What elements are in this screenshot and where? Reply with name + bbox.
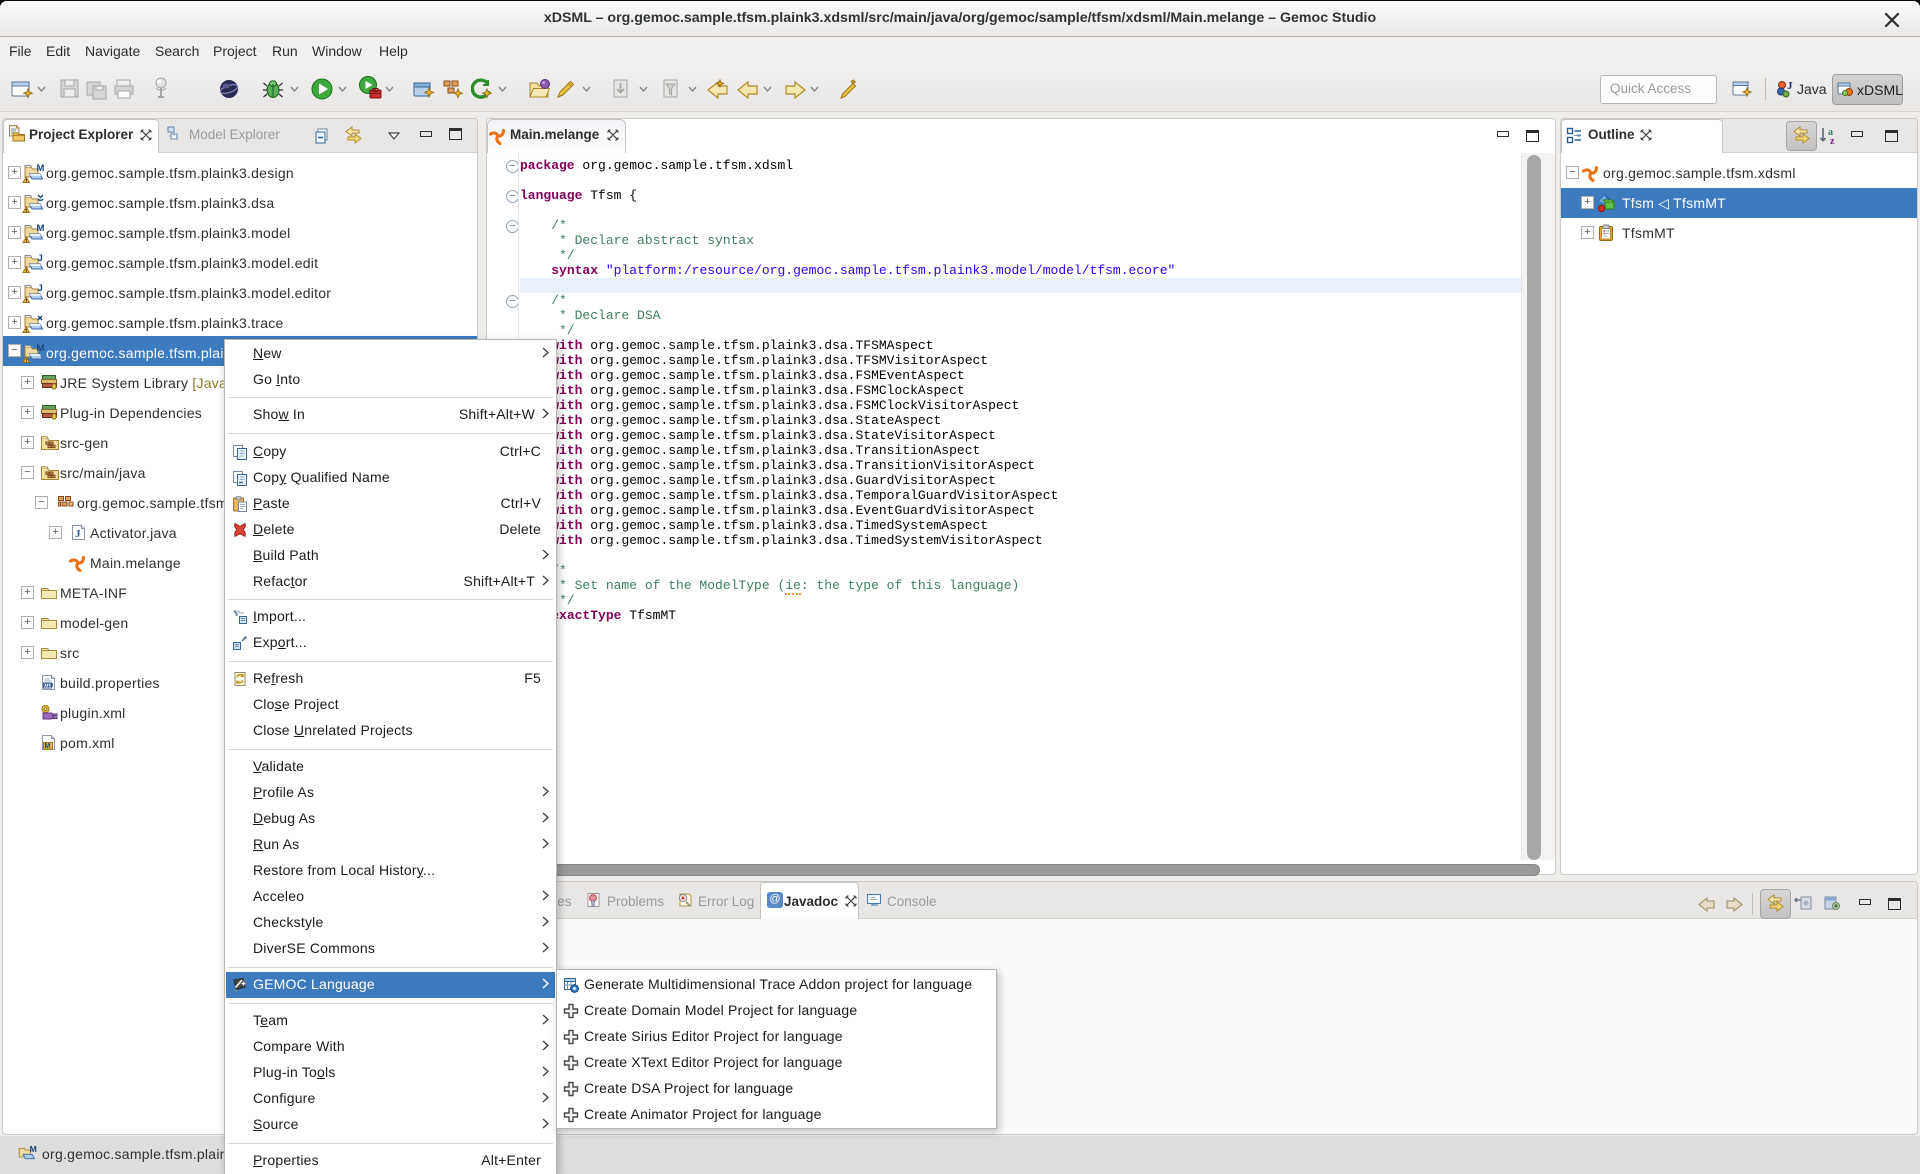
- svg-text:M: M: [30, 1144, 37, 1154]
- svg-text:J: J: [75, 528, 81, 540]
- svg-text:J: J: [1787, 80, 1793, 92]
- svg-text:M: M: [37, 163, 45, 174]
- svg-text:M: M: [37, 223, 45, 234]
- svg-text:010: 010: [44, 683, 53, 689]
- svg-text:M: M: [45, 743, 51, 750]
- svg-text:J: J: [38, 253, 43, 264]
- svg-text:z: z: [1830, 136, 1835, 146]
- svg-text:M: M: [37, 343, 45, 354]
- svg-text:J: J: [38, 283, 43, 294]
